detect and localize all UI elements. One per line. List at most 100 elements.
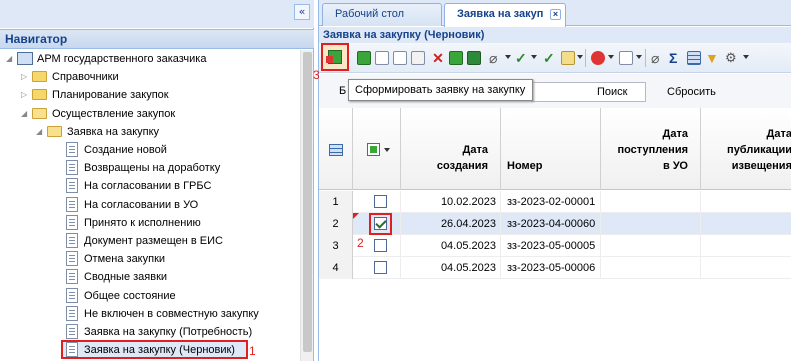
search-input[interactable] [531, 82, 646, 102]
tree-item[interactable]: Заявка на закупку (Потребность) [0, 323, 300, 341]
column-header-published-date[interactable]: Дата публикации извещения [701, 108, 791, 190]
number-cell: зз-2023-05-00005 [501, 235, 601, 257]
chevron-down-icon[interactable] [384, 148, 390, 152]
tree-item-label: Отмена закупки [84, 253, 166, 266]
select-all-checkbox[interactable] [367, 143, 380, 156]
published-date-cell [701, 235, 791, 257]
document-icon [66, 287, 78, 303]
tools-icon[interactable]: ⚙ [725, 51, 739, 65]
chevron-down-icon[interactable] [577, 55, 583, 59]
tab-desktop[interactable]: Рабочий стол [322, 3, 442, 26]
checkbox-cell [353, 191, 401, 213]
tree-item-label: Планирование закупок [52, 89, 169, 102]
navigator-panel: « Навигатор ◢ АРМ государственного заказч… [0, 0, 314, 361]
tree-item[interactable]: Не включен в совместную закупку [0, 305, 300, 323]
tree-item-label: Справочники [52, 71, 119, 84]
chevron-down-icon[interactable] [743, 55, 749, 59]
main-panel: Рабочий стол Заявка на закуп × Заявка на… [313, 0, 791, 361]
tree-item[interactable]: ▷ Справочники [0, 68, 300, 86]
tooltip: Сформировать заявку на закупку [348, 79, 533, 101]
table-row[interactable]: 4 04.05.2023 зз-2023-05-00006 [319, 257, 791, 279]
tree-item-label: Не включен в совместную закупку [84, 307, 259, 320]
search-button[interactable]: Поиск [597, 86, 627, 98]
excel-icon[interactable] [467, 51, 481, 65]
tree-item-label: Принято к исполнению [84, 216, 201, 229]
tree-item[interactable]: Документ размещен в ЕИС [0, 232, 300, 250]
attach-icon[interactable]: ⌀ [489, 51, 503, 65]
created-date-cell: 04.05.2023 [401, 257, 501, 279]
add-icon[interactable] [357, 51, 371, 65]
chevron-down-icon[interactable] [636, 55, 642, 59]
folder-icon [32, 107, 47, 119]
column-header-number[interactable]: Номер [501, 108, 601, 190]
received-date-cell [601, 191, 701, 213]
tree-item[interactable]: Создание новой [0, 141, 300, 159]
collapse-arrow-icon[interactable]: ◢ [21, 109, 29, 119]
filter-icon[interactable]: ▼ [705, 51, 719, 65]
tree-item[interactable]: ◢ АРМ государственного заказчика [0, 50, 300, 68]
chevron-down-icon[interactable] [531, 55, 537, 59]
tree-item-label: АРМ государственного заказчика [37, 53, 207, 65]
expand-arrow-icon[interactable]: ▷ [21, 72, 29, 82]
report-icon[interactable] [619, 51, 633, 65]
navigator-scrollbar[interactable] [300, 50, 313, 361]
copy-icon[interactable] [411, 51, 425, 65]
tree-item[interactable]: На согласовании в ГРБС [0, 177, 300, 195]
tree-item-label: Общее состояние [84, 289, 176, 302]
paperclip-icon[interactable]: ⌀ [651, 51, 665, 65]
stop-icon[interactable] [591, 51, 605, 65]
tree-item[interactable]: На согласовании в УО [0, 196, 300, 214]
close-icon[interactable]: × [550, 9, 561, 20]
expand-arrow-icon[interactable]: ▷ [21, 90, 29, 100]
tab-request-draft[interactable]: Заявка на закуп × [444, 3, 566, 27]
tree-item[interactable]: ◢ Заявка на закупку [0, 123, 300, 141]
document-icon [66, 342, 78, 358]
column-header-created-date[interactable]: Дата создания [401, 108, 501, 190]
document-icon [66, 324, 78, 339]
check-cancel-icon[interactable]: ✓ [543, 51, 557, 65]
view-icon[interactable] [393, 51, 407, 65]
grid-settings-icon[interactable] [329, 144, 343, 156]
reset-button[interactable]: Сбросить [667, 86, 716, 98]
published-date-cell [701, 257, 791, 279]
tree-item-label: На согласовании в УО [84, 198, 199, 211]
table-row[interactable]: 2 26.04.2023 зз-2023-04-00060 [319, 213, 791, 235]
navigator-title: Навигатор [0, 29, 314, 49]
form-request-button[interactable] [321, 43, 349, 71]
document-icon [66, 178, 78, 194]
tab-desktop-label: Рабочий стол [335, 8, 405, 20]
navigator-scrollbar-thumb[interactable] [303, 52, 312, 352]
collapse-arrow-icon[interactable]: ◢ [36, 127, 44, 137]
check-icon[interactable]: ✓ [515, 51, 529, 65]
number-cell: зз-2023-02-00001 [501, 191, 601, 213]
edit-icon[interactable] [375, 51, 389, 65]
tree-item[interactable]: Отмена закупки [0, 250, 300, 268]
tree-item[interactable]: Принято к исполнению [0, 214, 300, 232]
tree-item-label: Создание новой [84, 144, 167, 156]
tree-item[interactable]: ◢ Осуществление закупок [0, 105, 300, 123]
sum-icon[interactable]: Σ [669, 51, 683, 65]
table-icon[interactable] [687, 51, 701, 65]
collapse-arrow-icon[interactable]: ◢ [6, 54, 14, 64]
tree-item[interactable]: Сводные заявки [0, 268, 300, 286]
tree-item[interactable]: Возвращены на доработку [0, 159, 300, 177]
checkbox-cell [353, 257, 401, 279]
approve-icon[interactable] [449, 51, 463, 65]
table-row[interactable]: 3 04.05.2023 зз-2023-05-00005 [319, 235, 791, 257]
delete-icon[interactable]: ✕ [431, 51, 445, 65]
workstation-icon [17, 52, 33, 65]
toolbar: ✕ ⌀ ✓ ✓ ⌀ Σ ▼ ⚙ [319, 43, 791, 73]
table-row[interactable]: 1 10.02.2023 зз-2023-02-00001 [319, 191, 791, 213]
document-icon[interactable] [561, 51, 575, 65]
document-icon [66, 196, 78, 212]
tree-item[interactable]: Общее состояние [0, 287, 300, 305]
published-date-cell [701, 191, 791, 213]
chevron-down-icon[interactable] [608, 55, 614, 59]
select-all-cell[interactable] [353, 108, 401, 190]
column-header-received-date[interactable]: Дата поступления в УО [601, 108, 701, 190]
grid-settings-cell[interactable] [319, 108, 353, 190]
chevron-down-icon[interactable] [505, 55, 511, 59]
tree-item[interactable]: ▷ Планирование закупок [0, 86, 300, 104]
tree-item-label: На согласовании в ГРБС [84, 180, 212, 193]
collapse-navigator-icon[interactable]: « [294, 4, 310, 20]
